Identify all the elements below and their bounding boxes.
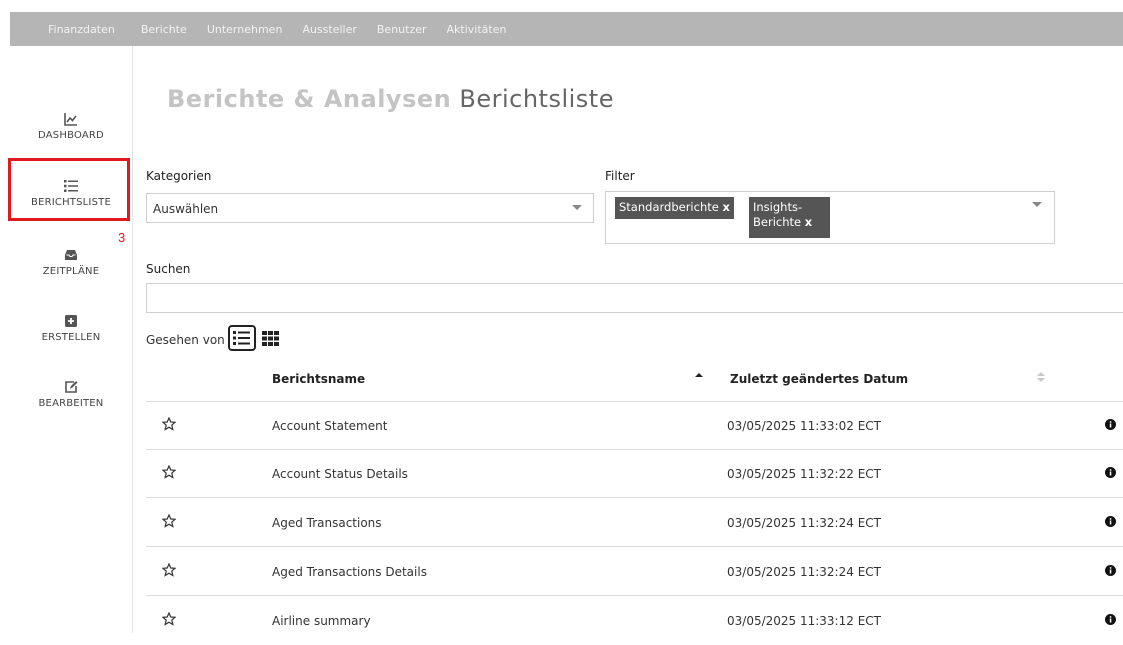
report-name-link[interactable]: Aged Transactions Details <box>272 565 427 579</box>
column-header-date[interactable]: Zuletzt geändertes Datum <box>730 372 908 386</box>
sort-both-icon[interactable] <box>1037 372 1045 382</box>
table-row: Aged Transactions Details 03/05/2025 11:… <box>146 548 1123 596</box>
report-date: 03/05/2025 11:32:24 ECT <box>727 565 881 579</box>
view-label: Gesehen von <box>146 333 225 347</box>
edit-icon <box>65 381 78 393</box>
nav-berichte[interactable]: Berichte <box>141 23 187 36</box>
info-icon[interactable] <box>1105 419 1116 430</box>
report-name-link[interactable]: Account Statement <box>272 419 387 433</box>
table-row: Account Statement 03/05/2025 11:33:02 EC… <box>146 402 1123 450</box>
list-view-button[interactable] <box>228 325 256 351</box>
sidebar-item-label: BEARBEITEN <box>38 398 104 409</box>
sidebar: DASHBOARD BERICHTSLISTE 3 ZEITPLÄNE ERST… <box>8 46 133 633</box>
page-title-section: Berichte & Analysen <box>167 85 452 113</box>
search-input[interactable] <box>146 283 1123 313</box>
info-icon[interactable] <box>1105 565 1116 576</box>
report-name-link[interactable]: Aged Transactions <box>272 516 382 530</box>
page-title-page: Berichtsliste <box>459 85 614 113</box>
filter-tag-label: Standardberichte <box>619 200 719 214</box>
nav-benutzer[interactable]: Benutzer <box>377 23 427 36</box>
search-label: Suchen <box>146 262 191 276</box>
column-header-berichtsname[interactable]: Berichtsname <box>272 372 365 386</box>
chevron-down-icon <box>1032 202 1042 207</box>
nav-aktivitaeten[interactable]: Aktivitäten <box>447 23 507 36</box>
categories-select[interactable]: Auswählen <box>146 193 594 223</box>
sidebar-item-zeitplaene[interactable]: ZEITPLÄNE <box>10 246 132 277</box>
remove-tag-icon[interactable]: x <box>722 200 729 214</box>
sidebar-item-erstellen[interactable]: ERSTELLEN <box>10 312 132 343</box>
info-icon[interactable] <box>1105 467 1116 478</box>
star-favorite-icon[interactable] <box>162 612 176 626</box>
grid-view-icon[interactable] <box>262 331 279 346</box>
sidebar-item-bearbeiten[interactable]: BEARBEITEN <box>10 378 132 409</box>
table-row: Account Status Details 03/05/2025 11:32:… <box>146 450 1123 498</box>
star-favorite-icon[interactable] <box>162 465 176 479</box>
sidebar-item-label: ERSTELLEN <box>41 332 101 343</box>
star-favorite-icon[interactable] <box>162 417 176 431</box>
filter-label: Filter <box>605 169 635 183</box>
inbox-icon <box>65 250 77 260</box>
sort-ascending-icon[interactable] <box>695 372 703 378</box>
list-view-icon <box>233 331 250 345</box>
categories-label: Kategorien <box>146 169 212 183</box>
top-navigation-bar: Finanzdaten Berichte Unternehmen Ausstel… <box>10 12 1123 46</box>
table-row: Airline summary 03/05/2025 11:33:12 ECT <box>146 597 1123 645</box>
highlight-box <box>8 158 130 221</box>
filter-tag-insights-berichte[interactable]: Insights- Berichte x <box>749 197 830 238</box>
annotation-number: 3 <box>118 230 126 245</box>
report-name-link[interactable]: Account Status Details <box>272 467 408 481</box>
remove-tag-icon[interactable]: x <box>805 215 812 229</box>
plus-square-icon <box>65 315 77 327</box>
table-row: Aged Transactions 03/05/2025 11:32:24 EC… <box>146 499 1123 547</box>
report-date: 03/05/2025 11:33:02 ECT <box>727 419 881 433</box>
categories-select-value: Auswählen <box>153 202 219 216</box>
nav-finanzdaten[interactable]: Finanzdaten <box>48 23 115 36</box>
report-name-link[interactable]: Airline summary <box>272 614 371 628</box>
filter-tag-label-line2: Berichte <box>753 215 802 229</box>
star-favorite-icon[interactable] <box>162 514 176 528</box>
sidebar-item-label: DASHBOARD <box>38 130 104 141</box>
sidebar-item-label: ZEITPLÄNE <box>42 266 100 277</box>
sidebar-item-dashboard[interactable]: DASHBOARD <box>10 110 132 141</box>
chart-line-icon <box>64 113 77 126</box>
chevron-down-icon <box>572 205 582 210</box>
report-date: 03/05/2025 11:32:24 ECT <box>727 516 881 530</box>
star-favorite-icon[interactable] <box>162 563 176 577</box>
info-icon[interactable] <box>1105 614 1116 625</box>
report-date: 03/05/2025 11:33:12 ECT <box>727 614 881 628</box>
report-date: 03/05/2025 11:32:22 ECT <box>727 467 881 481</box>
nav-unternehmen[interactable]: Unternehmen <box>207 23 283 36</box>
filter-tag-label-line1: Insights- <box>753 200 803 214</box>
info-icon[interactable] <box>1105 516 1116 527</box>
filter-tag-standardberichte[interactable]: Standardberichte x <box>615 197 734 219</box>
page-title: Berichte & Analysen Berichtsliste <box>167 85 614 113</box>
nav-aussteller[interactable]: Aussteller <box>302 23 356 36</box>
